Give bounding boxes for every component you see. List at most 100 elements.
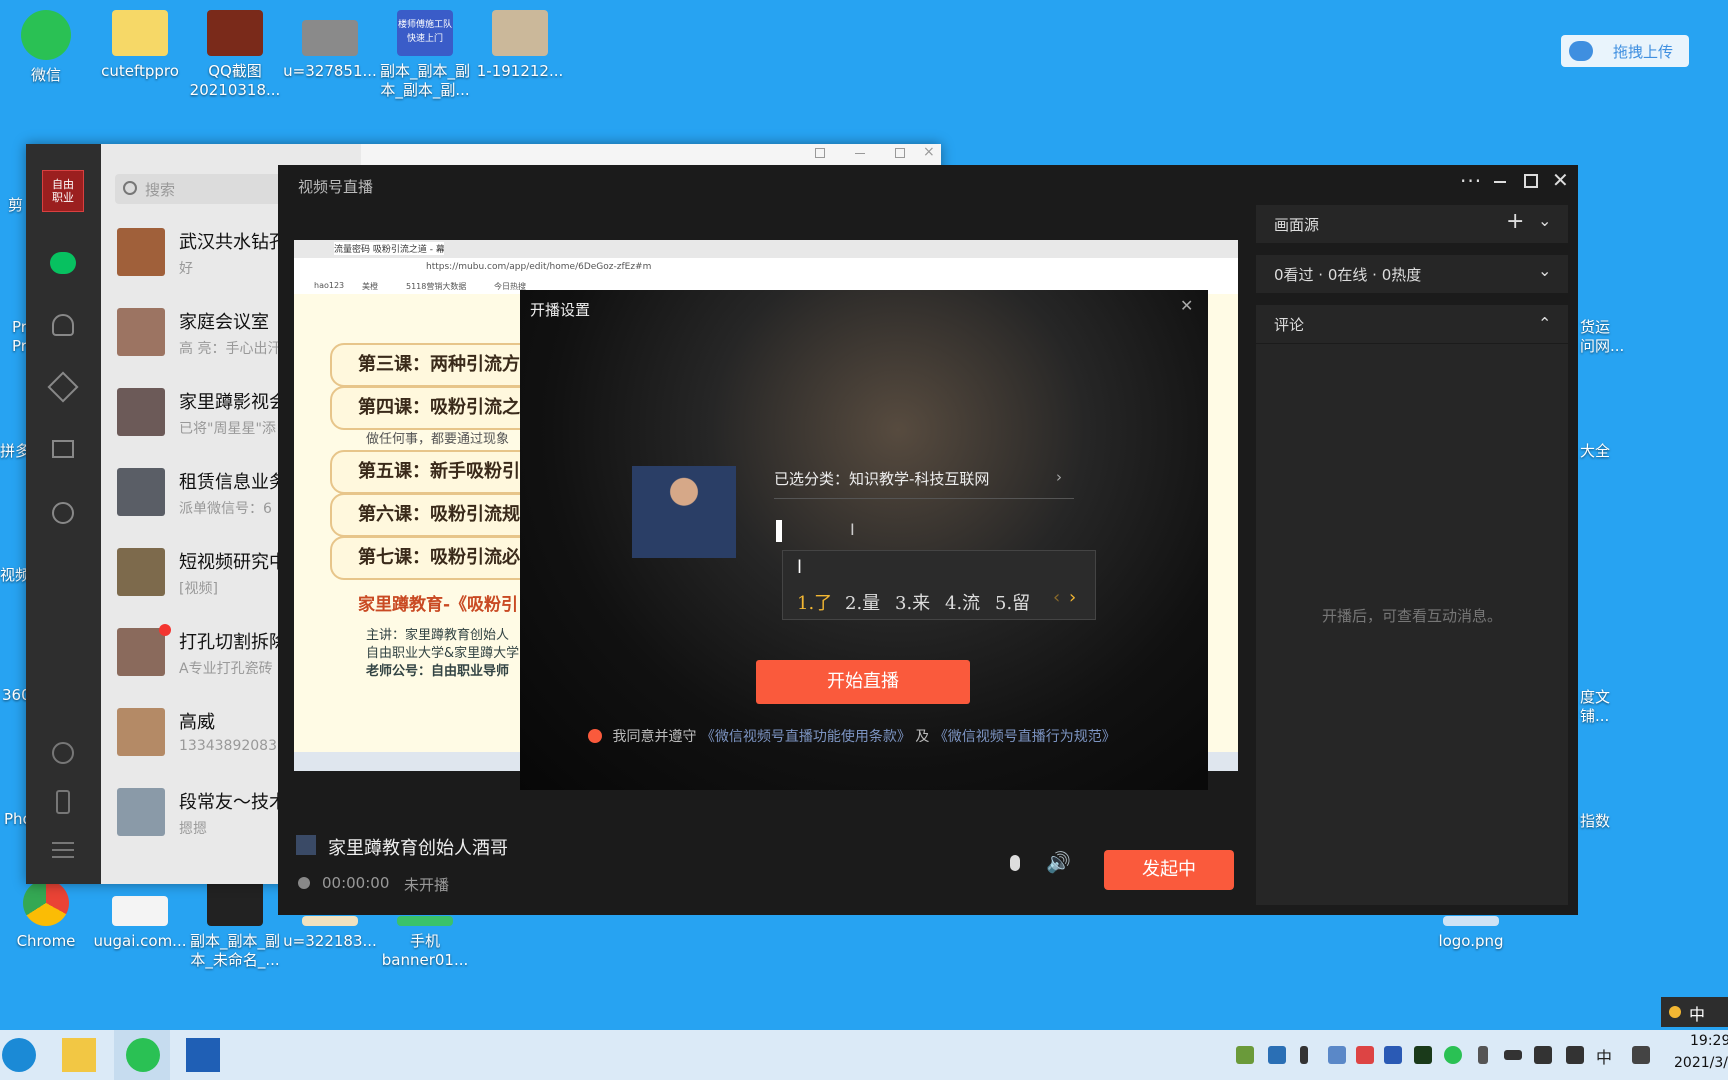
- image-thumbnail-icon: [302, 20, 358, 56]
- cloud-icon: [1569, 41, 1593, 61]
- wechat-titlebar: ×: [361, 144, 941, 164]
- clock-time[interactable]: 19:29: [1690, 1033, 1728, 1049]
- wechat-sidebar: 自由 职业: [26, 144, 101, 884]
- avatar: [117, 228, 165, 276]
- image-thumbnail-icon: [492, 10, 548, 56]
- minimize-icon[interactable]: [855, 153, 865, 154]
- network-icon[interactable]: [1534, 1046, 1552, 1064]
- desktop-icon-qq-screenshot[interactable]: QQ截图 20210318...: [185, 10, 285, 100]
- more-icon[interactable]: ···: [1460, 169, 1482, 193]
- start-live-dialog[interactable]: 开播设置 ✕ 已选分类：知识教学-科技互联网 › I l 1.了 2.量 3.来…: [520, 290, 1208, 790]
- wechat-icon: [126, 1038, 160, 1072]
- minimize-icon[interactable]: [1494, 181, 1506, 183]
- taskbar-wechat-active[interactable]: [114, 1030, 170, 1080]
- maximize-icon[interactable]: [895, 148, 905, 158]
- microphone-icon[interactable]: [1010, 855, 1020, 871]
- microphone-icon[interactable]: [1300, 1046, 1308, 1064]
- tray-app-icon[interactable]: [1384, 1046, 1402, 1064]
- clock-icon: [298, 877, 310, 889]
- image-thumbnail-icon: [112, 896, 168, 926]
- category-selector[interactable]: 已选分类：知识教学-科技互联网 ›: [774, 468, 1074, 499]
- battery-icon[interactable]: [1236, 1046, 1254, 1064]
- chevron-right-icon[interactable]: ›: [1069, 587, 1076, 608]
- desktop-icon-cuteftp[interactable]: cuteftppro: [90, 10, 190, 81]
- terms-link[interactable]: 《微信视频号直播功能使用条款》: [701, 729, 911, 745]
- desktop-icon-uugai[interactable]: uugai.com...: [90, 880, 190, 951]
- battery-icon[interactable]: [1504, 1050, 1522, 1060]
- source-panel[interactable]: 画面源 + ⌄: [1256, 205, 1568, 243]
- usb-icon[interactable]: [1478, 1046, 1488, 1064]
- cover-image[interactable]: [632, 466, 736, 558]
- wechat-tray-icon[interactable]: [1444, 1046, 1462, 1064]
- avatar: [117, 788, 165, 836]
- timer: 00:00:00: [322, 874, 390, 892]
- collections-icon[interactable]: [47, 371, 79, 403]
- title-input[interactable]: [776, 520, 782, 542]
- ime-indicator[interactable]: 中: [1596, 1044, 1612, 1068]
- search-icon: [123, 181, 137, 195]
- pin-icon[interactable]: [815, 148, 825, 158]
- rules-link[interactable]: 《微信视频号直播行为规范》: [934, 729, 1116, 745]
- desktop-icon-copy-untitled[interactable]: 副本_副本_副 本_未命名_...: [185, 880, 285, 970]
- moments-icon[interactable]: [52, 742, 74, 764]
- agreement: 我同意并遵守 《微信视频号直播功能使用条款》 及 《微信视频号直播行为规范》: [588, 726, 1116, 746]
- miniprogram-icon[interactable]: [52, 502, 74, 524]
- image-thumbnail-icon: [1443, 916, 1499, 926]
- close-icon[interactable]: ✕: [1552, 168, 1569, 192]
- chevron-down-icon[interactable]: ⌄: [1538, 211, 1551, 230]
- folder-icon: [112, 10, 168, 56]
- live-app-icon[interactable]: [186, 1038, 220, 1072]
- menu-icon-bar: [52, 849, 74, 851]
- unread-badge: [159, 624, 171, 636]
- close-icon[interactable]: ×: [923, 144, 935, 160]
- close-icon[interactable]: ✕: [1180, 296, 1193, 315]
- tray-app-icon[interactable]: [1268, 1046, 1286, 1064]
- chat-icon[interactable]: [50, 252, 76, 274]
- stats-panel[interactable]: 0看过 · 0在线 · 0热度 ⌄: [1256, 255, 1568, 293]
- phone-icon[interactable]: [56, 790, 70, 814]
- host-name: 家里蹲教育创始人酒哥: [328, 838, 508, 859]
- chevron-left-icon[interactable]: ‹: [1053, 587, 1060, 608]
- tray-app-icon[interactable]: [1414, 1046, 1432, 1064]
- desktop-icon-copy-image[interactable]: 楼师傅施工队 快速上门 副本_副本_副 本_副本_副...: [375, 10, 475, 100]
- avatar: [117, 708, 165, 756]
- chrome-icon: [23, 880, 69, 926]
- desktop-icon-wechat[interactable]: 微信: [0, 10, 96, 85]
- image-thumbnail-icon: [302, 916, 358, 926]
- ime-floating-bar[interactable]: 中: [1661, 997, 1728, 1027]
- avatar: [117, 468, 165, 516]
- desktop-icon-u327851[interactable]: u=327851...: [280, 10, 380, 81]
- comments-panel: 评论 ⌄ 开播后，可查看互动消息。: [1256, 305, 1568, 905]
- avatar: [117, 388, 165, 436]
- launch-button[interactable]: 发起中: [1104, 850, 1234, 890]
- edge-icon[interactable]: [2, 1038, 36, 1072]
- start-live-button[interactable]: 开始直播: [756, 660, 970, 704]
- comments-header[interactable]: 评论 ⌄: [1256, 305, 1568, 344]
- file-explorer-icon[interactable]: [62, 1038, 96, 1072]
- notification-icon[interactable]: [1632, 1046, 1650, 1064]
- contacts-icon[interactable]: [52, 314, 74, 336]
- taskbar: 中 19:29 2021/3/: [0, 1030, 1728, 1080]
- chevron-down-icon[interactable]: ⌄: [1538, 261, 1551, 280]
- dialog-title: 开播设置: [530, 301, 591, 319]
- tray-app-icon[interactable]: [1356, 1046, 1374, 1064]
- speaker-icon[interactable]: 🔊: [1046, 850, 1071, 874]
- image-thumbnail-icon: [397, 916, 453, 926]
- image-thumbnail-icon: [207, 880, 263, 926]
- checkbox-checked-icon[interactable]: [588, 729, 602, 743]
- desktop-icon-1-191212[interactable]: 1-191212...: [470, 10, 570, 81]
- avatar: [117, 628, 165, 676]
- drag-upload-button[interactable]: 拖拽上传: [1561, 35, 1689, 67]
- tray-app-icon[interactable]: [1328, 1046, 1346, 1064]
- maximize-icon[interactable]: [1524, 174, 1538, 188]
- avatar[interactable]: 自由 职业: [42, 170, 84, 212]
- add-source-icon[interactable]: +: [1506, 209, 1524, 234]
- folder-icon[interactable]: [52, 440, 74, 458]
- volume-icon[interactable]: [1566, 1046, 1584, 1064]
- ime-candidate-panel[interactable]: l 1.了 2.量 3.来 4.流 5.留 ‹ ›: [782, 550, 1096, 620]
- avatar: [117, 548, 165, 596]
- chevron-up-icon[interactable]: ⌄: [1538, 313, 1551, 332]
- desktop-icon-chrome[interactable]: Chrome: [0, 880, 96, 951]
- url-field[interactable]: https://mubu.com/app/edit/home/6DeGoz-zf…: [426, 262, 651, 272]
- clock-date[interactable]: 2021/3/: [1674, 1055, 1728, 1071]
